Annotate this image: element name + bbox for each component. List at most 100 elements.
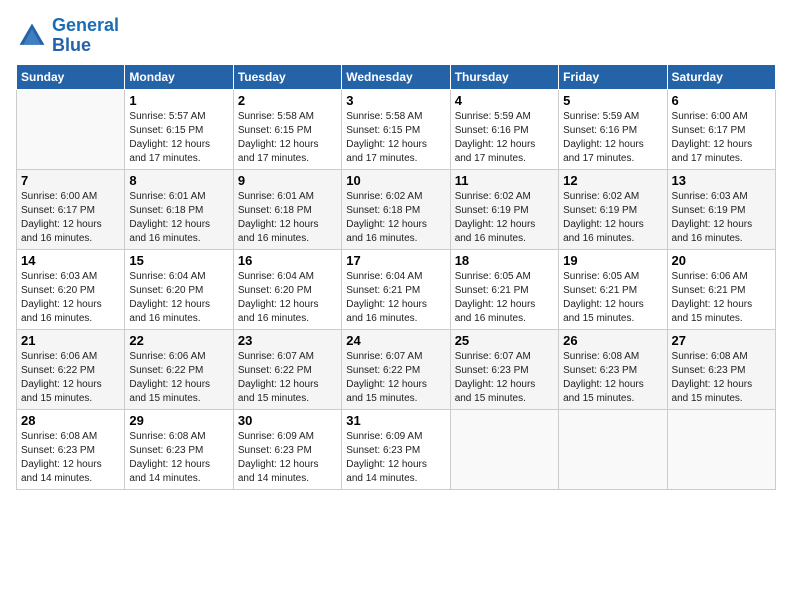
page-header: General Blue (16, 16, 776, 56)
day-info: Sunrise: 5:58 AM Sunset: 6:15 PM Dayligh… (238, 110, 337, 166)
weekday-header-friday: Friday (559, 64, 667, 89)
day-info: Sunrise: 5:58 AM Sunset: 6:15 PM Dayligh… (346, 110, 445, 166)
day-number: 5 (563, 93, 662, 108)
calendar-cell (667, 409, 775, 489)
day-number: 11 (455, 173, 554, 188)
day-info: Sunrise: 6:04 AM Sunset: 6:20 PM Dayligh… (238, 270, 337, 326)
day-info: Sunrise: 6:07 AM Sunset: 6:23 PM Dayligh… (455, 350, 554, 406)
calendar-cell: 23 Sunrise: 6:07 AM Sunset: 6:22 PM Dayli… (233, 329, 341, 409)
day-info: Sunrise: 6:06 AM Sunset: 6:22 PM Dayligh… (21, 350, 120, 406)
day-number: 1 (129, 93, 228, 108)
logo: General Blue (16, 16, 119, 56)
calendar-cell (559, 409, 667, 489)
calendar-cell: 12 Sunrise: 6:02 AM Sunset: 6:19 PM Dayli… (559, 169, 667, 249)
day-info: Sunrise: 6:02 AM Sunset: 6:19 PM Dayligh… (455, 190, 554, 246)
logo-text: General Blue (52, 16, 119, 56)
day-info: Sunrise: 6:06 AM Sunset: 6:21 PM Dayligh… (672, 270, 771, 326)
day-number: 16 (238, 253, 337, 268)
day-info: Sunrise: 6:00 AM Sunset: 6:17 PM Dayligh… (672, 110, 771, 166)
day-info: Sunrise: 6:08 AM Sunset: 6:23 PM Dayligh… (563, 350, 662, 406)
day-info: Sunrise: 5:59 AM Sunset: 6:16 PM Dayligh… (455, 110, 554, 166)
day-info: Sunrise: 6:07 AM Sunset: 6:22 PM Dayligh… (346, 350, 445, 406)
calendar-cell: 7Sunrise: 6:00 AM Sunset: 6:17 PM Daylig… (17, 169, 125, 249)
day-number: 14 (21, 253, 120, 268)
day-number: 20 (672, 253, 771, 268)
calendar-cell: 2 Sunrise: 5:58 AM Sunset: 6:15 PM Daylig… (233, 89, 341, 169)
weekday-header-wednesday: Wednesday (342, 64, 450, 89)
calendar-cell: 4 Sunrise: 5:59 AM Sunset: 6:16 PM Daylig… (450, 89, 558, 169)
day-info: Sunrise: 6:02 AM Sunset: 6:18 PM Dayligh… (346, 190, 445, 246)
day-number: 29 (129, 413, 228, 428)
day-info: Sunrise: 6:07 AM Sunset: 6:22 PM Dayligh… (238, 350, 337, 406)
day-info: Sunrise: 6:08 AM Sunset: 6:23 PM Dayligh… (672, 350, 771, 406)
calendar-cell: 3 Sunrise: 5:58 AM Sunset: 6:15 PM Daylig… (342, 89, 450, 169)
day-info: Sunrise: 6:02 AM Sunset: 6:19 PM Dayligh… (563, 190, 662, 246)
day-number: 8 (129, 173, 228, 188)
day-info: Sunrise: 6:04 AM Sunset: 6:20 PM Dayligh… (129, 270, 228, 326)
calendar-cell: 8 Sunrise: 6:01 AM Sunset: 6:18 PM Daylig… (125, 169, 233, 249)
day-number: 27 (672, 333, 771, 348)
day-number: 2 (238, 93, 337, 108)
day-number: 26 (563, 333, 662, 348)
calendar-cell: 19Sunrise: 6:05 AM Sunset: 6:21 PM Dayli… (559, 249, 667, 329)
day-number: 4 (455, 93, 554, 108)
day-info: Sunrise: 6:00 AM Sunset: 6:17 PM Dayligh… (21, 190, 120, 246)
calendar-cell (17, 89, 125, 169)
calendar-cell: 11 Sunrise: 6:02 AM Sunset: 6:19 PM Dayli… (450, 169, 558, 249)
day-number: 10 (346, 173, 445, 188)
calendar-cell: 10 Sunrise: 6:02 AM Sunset: 6:18 PM Dayli… (342, 169, 450, 249)
day-number: 18 (455, 253, 554, 268)
weekday-header-saturday: Saturday (667, 64, 775, 89)
day-info: Sunrise: 6:03 AM Sunset: 6:19 PM Dayligh… (672, 190, 771, 246)
day-info: Sunrise: 6:05 AM Sunset: 6:21 PM Dayligh… (455, 270, 554, 326)
day-number: 9 (238, 173, 337, 188)
logo-icon (16, 20, 48, 52)
calendar-cell: 25 Sunrise: 6:07 AM Sunset: 6:23 PM Dayli… (450, 329, 558, 409)
day-number: 6 (672, 93, 771, 108)
calendar-cell: 13 Sunrise: 6:03 AM Sunset: 6:19 PM Dayli… (667, 169, 775, 249)
week-row-5: 28 Sunrise: 6:08 AM Sunset: 6:23 PM Dayli… (17, 409, 776, 489)
calendar-cell: 18 Sunrise: 6:05 AM Sunset: 6:21 PM Dayli… (450, 249, 558, 329)
weekday-header-tuesday: Tuesday (233, 64, 341, 89)
calendar-cell: 14Sunrise: 6:03 AM Sunset: 6:20 PM Dayli… (17, 249, 125, 329)
calendar-cell: 29Sunrise: 6:08 AM Sunset: 6:23 PM Dayli… (125, 409, 233, 489)
calendar-cell: 17 Sunrise: 6:04 AM Sunset: 6:21 PM Dayli… (342, 249, 450, 329)
calendar-cell (450, 409, 558, 489)
day-number: 31 (346, 413, 445, 428)
day-number: 15 (129, 253, 228, 268)
weekday-header-row: SundayMondayTuesdayWednesdayThursdayFrid… (17, 64, 776, 89)
calendar-cell: 15 Sunrise: 6:04 AM Sunset: 6:20 PM Dayli… (125, 249, 233, 329)
day-info: Sunrise: 6:01 AM Sunset: 6:18 PM Dayligh… (129, 190, 228, 246)
calendar-cell: 9Sunrise: 6:01 AM Sunset: 6:18 PM Daylig… (233, 169, 341, 249)
day-number: 23 (238, 333, 337, 348)
day-number: 13 (672, 173, 771, 188)
calendar-cell: 27 Sunrise: 6:08 AM Sunset: 6:23 PM Dayli… (667, 329, 775, 409)
day-number: 12 (563, 173, 662, 188)
day-number: 17 (346, 253, 445, 268)
day-info: Sunrise: 6:09 AM Sunset: 6:23 PM Dayligh… (346, 430, 445, 486)
day-number: 28 (21, 413, 120, 428)
day-info: Sunrise: 6:09 AM Sunset: 6:23 PM Dayligh… (238, 430, 337, 486)
calendar-cell: 1 Sunrise: 5:57 AM Sunset: 6:15 PM Daylig… (125, 89, 233, 169)
calendar-cell: 26 Sunrise: 6:08 AM Sunset: 6:23 PM Dayli… (559, 329, 667, 409)
day-info: Sunrise: 5:57 AM Sunset: 6:15 PM Dayligh… (129, 110, 228, 166)
weekday-header-monday: Monday (125, 64, 233, 89)
day-number: 22 (129, 333, 228, 348)
calendar-cell: 5Sunrise: 5:59 AM Sunset: 6:16 PM Daylig… (559, 89, 667, 169)
day-info: Sunrise: 6:06 AM Sunset: 6:22 PM Dayligh… (129, 350, 228, 406)
calendar-table: SundayMondayTuesdayWednesdayThursdayFrid… (16, 64, 776, 490)
day-info: Sunrise: 6:08 AM Sunset: 6:23 PM Dayligh… (21, 430, 120, 486)
calendar-cell: 28 Sunrise: 6:08 AM Sunset: 6:23 PM Dayli… (17, 409, 125, 489)
day-number: 3 (346, 93, 445, 108)
calendar-cell: 24 Sunrise: 6:07 AM Sunset: 6:22 PM Dayli… (342, 329, 450, 409)
calendar-cell: 30Sunrise: 6:09 AM Sunset: 6:23 PM Dayli… (233, 409, 341, 489)
day-info: Sunrise: 6:04 AM Sunset: 6:21 PM Dayligh… (346, 270, 445, 326)
calendar-cell: 16 Sunrise: 6:04 AM Sunset: 6:20 PM Dayli… (233, 249, 341, 329)
day-number: 25 (455, 333, 554, 348)
calendar-cell: 20 Sunrise: 6:06 AM Sunset: 6:21 PM Dayli… (667, 249, 775, 329)
week-row-3: 14Sunrise: 6:03 AM Sunset: 6:20 PM Dayli… (17, 249, 776, 329)
day-number: 24 (346, 333, 445, 348)
week-row-4: 21Sunrise: 6:06 AM Sunset: 6:22 PM Dayli… (17, 329, 776, 409)
weekday-header-sunday: Sunday (17, 64, 125, 89)
week-row-1: 1 Sunrise: 5:57 AM Sunset: 6:15 PM Daylig… (17, 89, 776, 169)
